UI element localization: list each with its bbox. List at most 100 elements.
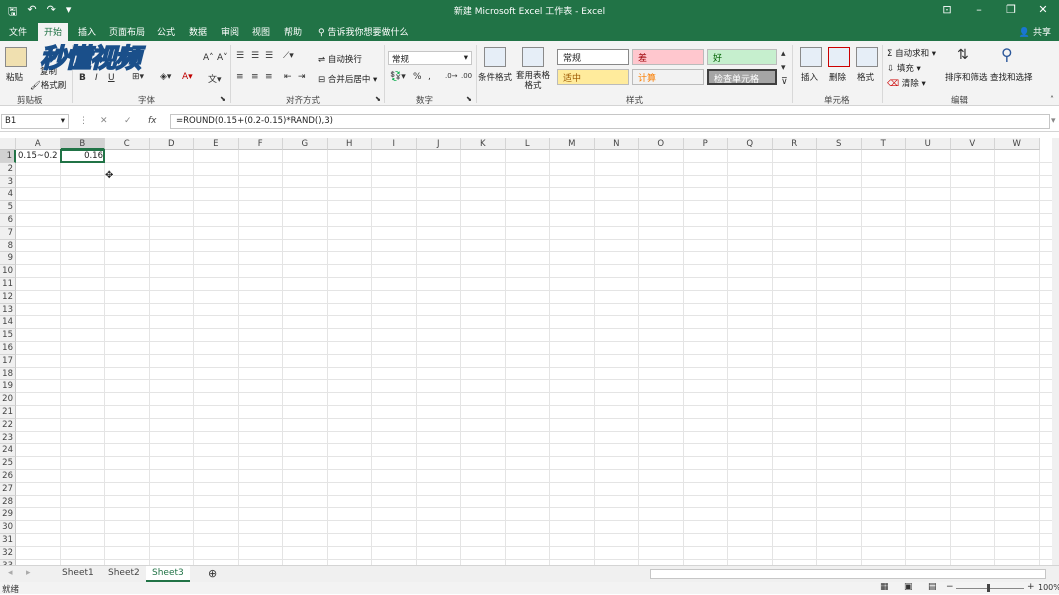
- column-header-j[interactable]: J: [416, 138, 461, 150]
- style-calculation[interactable]: 计算: [632, 69, 704, 85]
- tab-file[interactable]: 文件: [9, 25, 27, 38]
- row-header-23[interactable]: 23: [0, 431, 16, 445]
- expand-formula-icon[interactable]: ▾: [1051, 116, 1056, 126]
- column-header-k[interactable]: K: [461, 138, 506, 150]
- row-header-27[interactable]: 27: [0, 482, 16, 496]
- paste-icon[interactable]: [5, 47, 27, 67]
- table-format-icon[interactable]: [522, 47, 544, 67]
- column-header-d[interactable]: D: [149, 138, 194, 150]
- column-header-e[interactable]: E: [194, 138, 239, 150]
- tab-data[interactable]: 数据: [189, 25, 207, 38]
- delete-cells-button[interactable]: 删除: [829, 71, 846, 83]
- column-header-p[interactable]: P: [683, 138, 728, 150]
- increase-font-icon[interactable]: A˄: [203, 53, 214, 63]
- tell-me-search[interactable]: ⚲ 告诉我你想要做什么: [318, 25, 408, 38]
- column-header-t[interactable]: T: [861, 138, 906, 150]
- sheet-tab-2[interactable]: Sheet2: [102, 566, 146, 582]
- column-header-c[interactable]: C: [105, 138, 150, 150]
- sort-filter-button[interactable]: 排序和筛选: [945, 71, 988, 83]
- column-header-h[interactable]: H: [327, 138, 372, 150]
- align-middle-icon[interactable]: ☰: [251, 51, 259, 61]
- page-break-view-icon[interactable]: ▤: [928, 582, 937, 592]
- tab-formulas[interactable]: 公式: [157, 25, 175, 38]
- column-header-v[interactable]: V: [950, 138, 995, 150]
- percent-button[interactable]: %: [413, 72, 422, 82]
- column-header-l[interactable]: L: [505, 138, 550, 150]
- row-header-29[interactable]: 29: [0, 508, 16, 522]
- row-header-18[interactable]: 18: [0, 367, 16, 381]
- delete-cells-icon[interactable]: [828, 47, 850, 67]
- phonetic-icon[interactable]: 文▾: [208, 72, 222, 85]
- close-button[interactable]: ✕: [1027, 0, 1059, 22]
- row-header-32[interactable]: 32: [0, 546, 16, 560]
- align-top-icon[interactable]: ☰: [236, 51, 244, 61]
- styles-more-icon[interactable]: ⊽: [781, 77, 788, 87]
- row-header-21[interactable]: 21: [0, 406, 16, 419]
- row-header-1[interactable]: 1: [0, 150, 16, 163]
- merge-center-button[interactable]: ⊟ 合并后居中 ▾: [318, 73, 377, 85]
- sort-filter-icon[interactable]: ⇅: [957, 47, 969, 63]
- column-header-u[interactable]: U: [906, 138, 951, 150]
- sheet-tab-1[interactable]: Sheet1: [56, 566, 100, 582]
- row-header-30[interactable]: 30: [0, 521, 16, 534]
- paste-label[interactable]: 粘贴: [6, 71, 23, 83]
- insert-cells-icon[interactable]: [800, 47, 822, 67]
- decrease-decimal-icon[interactable]: .00: [461, 72, 472, 80]
- format-as-table-button[interactable]: 套用表格格式: [513, 71, 553, 91]
- column-header-r[interactable]: R: [772, 138, 817, 150]
- align-left-icon[interactable]: ≡: [236, 72, 244, 82]
- align-bottom-icon[interactable]: ☰: [265, 51, 273, 61]
- row-header-4[interactable]: 4: [0, 188, 16, 202]
- row-header-9[interactable]: 9: [0, 252, 16, 266]
- conditional-format-button[interactable]: 条件格式: [478, 71, 512, 83]
- fill-color-icon[interactable]: ◈▾: [160, 72, 171, 82]
- font-color-icon[interactable]: A▾: [182, 72, 193, 82]
- alignment-dialog-launcher-icon[interactable]: ⬊: [375, 95, 381, 103]
- cancel-icon[interactable]: ✕: [100, 116, 108, 126]
- new-sheet-icon[interactable]: ⊕: [208, 567, 217, 580]
- row-header-31[interactable]: 31: [0, 534, 16, 547]
- style-bad[interactable]: 差: [632, 49, 704, 65]
- increase-indent-icon[interactable]: ⇥: [298, 72, 306, 82]
- insert-cells-button[interactable]: 插入: [801, 71, 818, 83]
- page-layout-view-icon[interactable]: ▣: [904, 582, 913, 592]
- row-header-24[interactable]: 24: [0, 444, 16, 458]
- sheet-tab-3[interactable]: Sheet3: [146, 566, 190, 582]
- zoom-slider[interactable]: [956, 588, 1024, 589]
- find-select-icon[interactable]: ⚲: [1001, 45, 1013, 64]
- wrap-text-button[interactable]: ⇌ 自动换行: [318, 53, 362, 65]
- increase-decimal-icon[interactable]: .0→: [445, 72, 458, 80]
- row-header-26[interactable]: 26: [0, 470, 16, 483]
- font-dialog-launcher-icon[interactable]: ⬊: [220, 95, 226, 103]
- formula-input[interactable]: =ROUND(0.15+(0.2-0.15)*RAND(),3): [170, 114, 1050, 129]
- style-neutral[interactable]: 适中: [557, 69, 629, 85]
- row-header-14[interactable]: 14: [0, 316, 16, 330]
- row-header-17[interactable]: 17: [0, 354, 16, 368]
- currency-icon[interactable]: 💱▾: [390, 72, 406, 82]
- format-painter-button[interactable]: 🖌格式刷: [30, 79, 66, 91]
- vertical-scrollbar[interactable]: [1052, 138, 1059, 566]
- insert-function-button[interactable]: fx: [148, 116, 157, 126]
- scroll-sheets-left-icon[interactable]: ◂: [8, 568, 13, 578]
- share-button[interactable]: 👤 共享: [1019, 25, 1051, 38]
- select-all-button[interactable]: [0, 138, 16, 150]
- format-cells-button[interactable]: 格式: [857, 71, 874, 83]
- row-header-20[interactable]: 20: [0, 393, 16, 406]
- decrease-font-icon[interactable]: A˅: [217, 53, 228, 63]
- number-format-dropdown[interactable]: 常规 ▾: [388, 51, 472, 65]
- column-header-s[interactable]: S: [817, 138, 862, 150]
- row-header-3[interactable]: 3: [0, 175, 16, 189]
- restore-button[interactable]: ❐: [995, 0, 1027, 22]
- scroll-sheets-right-icon[interactable]: ▸: [26, 568, 31, 578]
- horizontal-scrollbar[interactable]: [650, 569, 1046, 579]
- row-header-6[interactable]: 6: [0, 214, 16, 227]
- normal-view-icon[interactable]: ▦: [880, 582, 889, 592]
- name-box[interactable]: B1 ▾: [1, 114, 69, 129]
- column-header-a[interactable]: A: [16, 138, 61, 150]
- row-header-15[interactable]: 15: [0, 329, 16, 342]
- style-good[interactable]: 好: [707, 49, 777, 65]
- autosum-button[interactable]: Σ 自动求和 ▾: [887, 47, 936, 59]
- row-header-11[interactable]: 11: [0, 278, 16, 291]
- row-header-5[interactable]: 5: [0, 201, 16, 214]
- collapse-ribbon-icon[interactable]: ˄: [1050, 95, 1054, 104]
